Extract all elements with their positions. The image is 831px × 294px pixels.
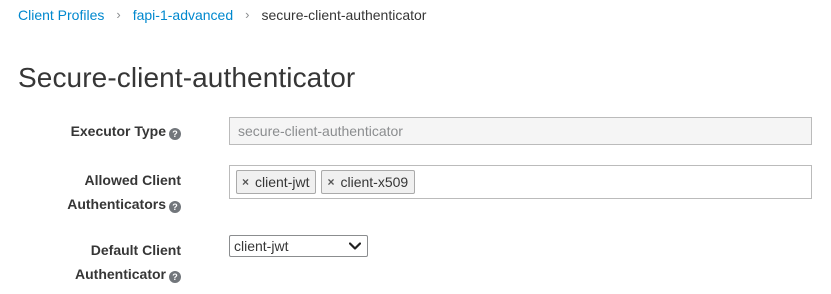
allowed-client-authenticators-label-line1: Allowed Client xyxy=(84,172,181,188)
default-client-authenticator-label: Default Client Authenticator? xyxy=(75,238,181,286)
default-client-authenticator-label-line2: Authenticator xyxy=(75,266,166,282)
allowed-client-authenticators-field[interactable]: × client-jwt × client-x509 xyxy=(229,165,812,199)
breadcrumb: Client Profiles › fapi-1-advanced › secu… xyxy=(18,6,426,24)
breadcrumb-link-profile[interactable]: fapi-1-advanced xyxy=(133,6,233,24)
breadcrumb-separator: › xyxy=(245,7,250,22)
default-client-authenticator-label-line1: Default Client xyxy=(90,242,181,258)
help-icon[interactable]: ? xyxy=(169,128,181,140)
remove-tag-icon[interactable]: × xyxy=(327,175,334,189)
breadcrumb-separator: › xyxy=(116,7,121,22)
allowed-client-authenticators-label-line2: Authenticators xyxy=(67,196,166,212)
tag-label: client-x509 xyxy=(340,174,409,190)
page-title: Secure-client-authenticator xyxy=(18,62,356,93)
breadcrumb-current: secure-client-authenticator xyxy=(261,7,427,23)
default-client-authenticator-select[interactable]: client-jwt xyxy=(229,235,368,257)
help-icon[interactable]: ? xyxy=(169,201,181,213)
select-value: client-jwt xyxy=(234,238,289,254)
executor-type-label: Executor Type? xyxy=(71,119,181,143)
tag-client-jwt: × client-jwt xyxy=(236,170,317,194)
executor-type-label-text: Executor Type xyxy=(70,123,166,139)
remove-tag-icon[interactable]: × xyxy=(242,175,249,189)
help-icon[interactable]: ? xyxy=(169,271,181,283)
allowed-client-authenticators-label: Allowed Client Authenticators? xyxy=(67,168,181,216)
tag-client-x509: × client-x509 xyxy=(321,170,416,194)
tag-label: client-jwt xyxy=(255,174,310,190)
chevron-down-icon xyxy=(349,242,361,250)
executor-type-input[interactable] xyxy=(229,117,812,145)
breadcrumb-link-client-profiles[interactable]: Client Profiles xyxy=(18,6,104,24)
